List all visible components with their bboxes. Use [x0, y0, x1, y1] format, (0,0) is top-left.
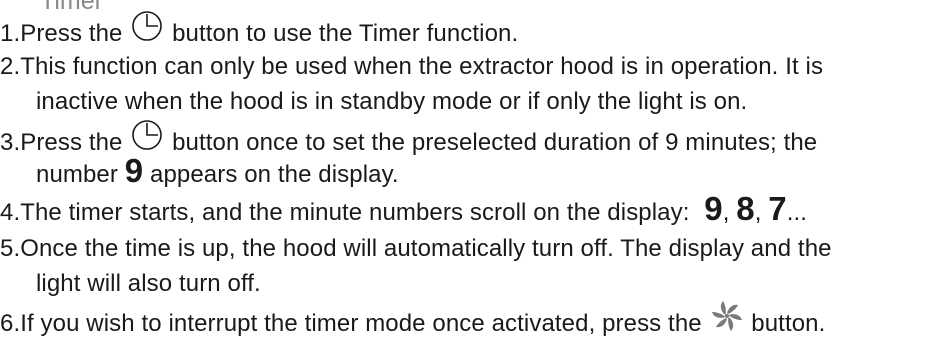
item-number: 2.: [0, 53, 21, 80]
item-text: Press the: [20, 19, 123, 47]
item-text: button to use the Timer function.: [172, 19, 519, 47]
item-text: appears on the display.: [150, 161, 399, 188]
display-number: 8: [736, 190, 755, 227]
list-item-3-continued: number 9 appears on the display.: [36, 154, 399, 193]
item-number: 1.: [0, 19, 21, 47]
item-text: number: [36, 161, 118, 188]
item-text: If you wish to interrupt the timer mode …: [20, 309, 702, 337]
list-item-4: 4.The timer starts, and the minute numbe…: [0, 192, 808, 231]
display-number: 9: [704, 190, 723, 227]
instruction-document: Timer 1.Press the button to use the Time…: [0, 0, 951, 337]
separator: ,: [722, 199, 730, 226]
item-number: 4.: [0, 199, 21, 226]
item-text: The timer starts, and the minute numbers…: [20, 199, 690, 226]
display-number: 7: [768, 190, 787, 227]
separator: ,: [754, 199, 762, 226]
ellipsis: ...: [786, 199, 808, 226]
list-item-6: 6.If you wish to interrupt the timer mod…: [0, 300, 826, 346]
item-text: button.: [751, 309, 826, 337]
list-item-2-continued: inactive when the hood is in standby mod…: [36, 88, 748, 115]
display-number: 9: [124, 152, 144, 189]
item-number: 5.: [0, 235, 21, 262]
timer-clock-icon: [129, 10, 165, 53]
item-text: Once the time is up, the hood will autom…: [20, 235, 832, 262]
item-number: 3.: [0, 128, 21, 156]
list-item-5-continued: light will also turn off.: [36, 270, 261, 297]
fan-icon: [709, 300, 745, 343]
list-item-2: 2.This function can only be used when th…: [0, 49, 823, 85]
item-number: 6.: [0, 309, 21, 337]
item-text: This function can only be used when the …: [20, 53, 824, 80]
item-text: Press the: [20, 128, 123, 156]
list-item-5: 5.Once the time is up, the hood will aut…: [0, 231, 832, 267]
item-text: button once to set the preselected durat…: [172, 128, 818, 156]
